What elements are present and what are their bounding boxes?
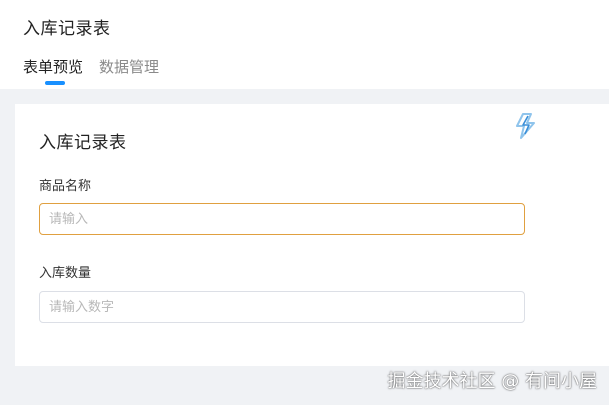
form-title: 入库记录表 — [39, 133, 127, 153]
active-tab-indicator — [45, 81, 65, 85]
stock-quantity-input[interactable] — [39, 291, 525, 323]
product-name-label: 商品名称 — [39, 179, 92, 194]
form-card: 入库记录表 商品名称 入库数量 — [15, 104, 609, 366]
page-title: 入库记录表 — [23, 19, 111, 39]
page: 入库记录表 表单预览 数据管理 入库记录表 商品名称 入库数量 掘金技术社区 @… — [0, 0, 609, 405]
tab-label: 数据管理 — [99, 58, 160, 76]
tab-label: 表单预览 — [23, 58, 84, 76]
tab-data-management[interactable]: 数据管理 — [99, 56, 159, 86]
product-name-input[interactable] — [39, 203, 525, 235]
tab-bar: 表单预览 数据管理 — [23, 56, 159, 86]
tab-form-preview[interactable]: 表单预览 — [23, 56, 83, 86]
watermark-text: 掘金技术社区 @ 有间小屋 — [387, 371, 597, 392]
stock-quantity-label: 入库数量 — [39, 266, 92, 281]
lightning-bolt-icon[interactable] — [514, 112, 538, 140]
